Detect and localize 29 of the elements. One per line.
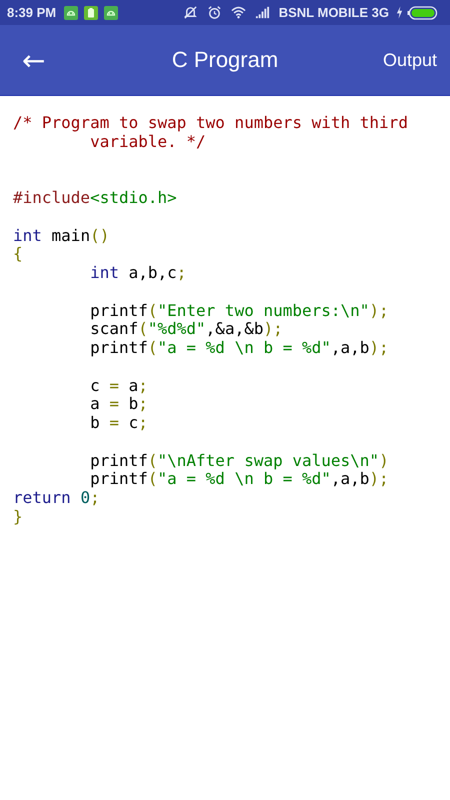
code-line: return 0; [13,489,100,508]
code-line: { [13,245,23,264]
signal-icon [254,5,270,20]
wifi-icon [230,5,246,20]
code-line: printf("a = %d \n b = %d",a,b); [89,339,389,358]
code-line: int main() [13,226,110,246]
code-line: int a,b,c; [90,264,186,283]
android-notification-icon [104,6,118,20]
code-line: a = b; [89,395,148,414]
code-line: #include<stdio.h> [13,189,177,208]
code-line: b = c; [89,414,148,433]
muted-bell-icon [182,5,198,20]
back-button[interactable]: ← [10,44,58,76]
code-line: variable. */ [90,132,206,152]
code-line: printf("\nAfter swap values\n") [89,452,389,470]
output-button[interactable]: Output [374,50,450,70]
screen-title: C Program [172,47,278,73]
android-notification-icon [64,6,78,20]
code-line: } [13,508,23,526]
code-line: c = a; [89,376,148,396]
code-line: printf("a = %d \n b = %d",a,b); [89,470,389,489]
battery-icon [407,6,438,20]
charging-bolt-icon [396,6,403,19]
alarm-clock-icon [206,5,222,20]
carrier-name: BSNL MOBILE 3G [278,5,389,20]
status-time: 8:39 PM [7,5,56,20]
code-line: printf("Enter two numbers:\n"); [89,302,389,320]
code-line: scanf("%d%d",&a,&b); [89,320,283,339]
code-line: /* Program to swap two numbers with third [13,114,408,133]
